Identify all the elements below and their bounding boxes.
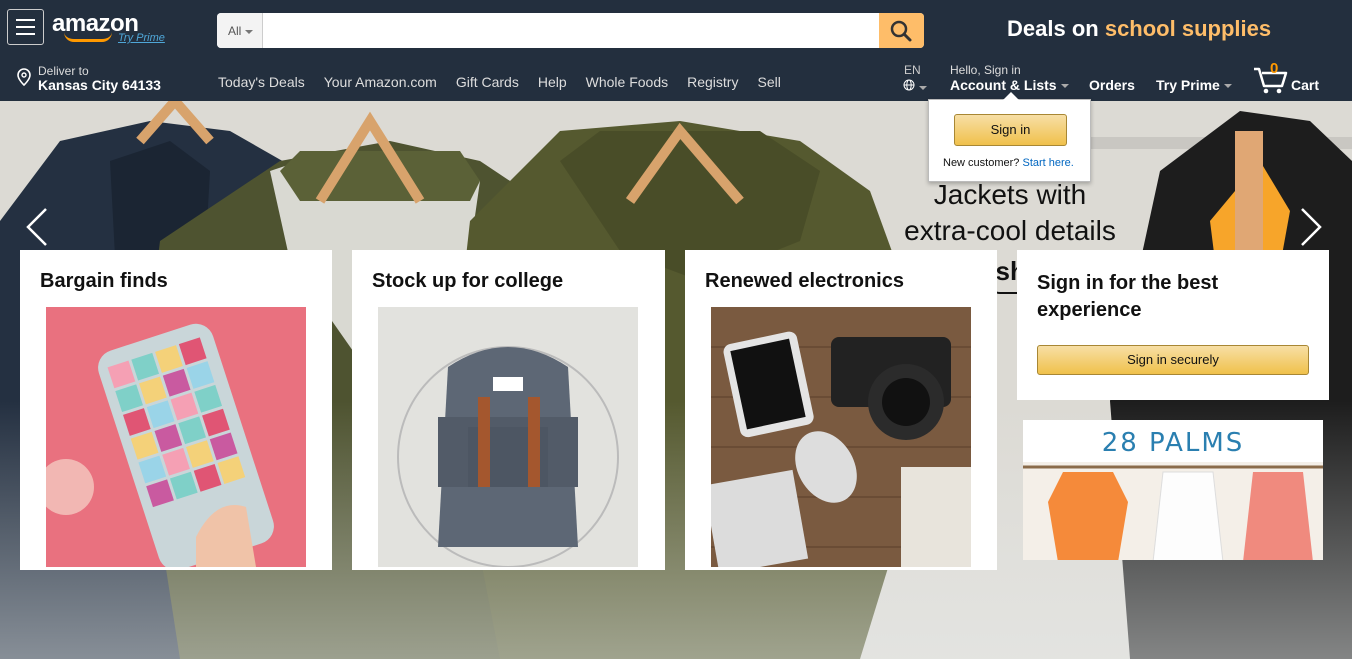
popover-sign-in-button[interactable]: Sign in — [954, 114, 1067, 146]
carousel-prev-icon[interactable] — [24, 207, 50, 247]
nav-link-registry[interactable]: Registry — [687, 74, 738, 90]
account-lists-menu[interactable]: Hello, Sign in Account & Lists — [950, 63, 1069, 93]
ad-brand: 28 PALMS — [1101, 428, 1245, 458]
sign-in-securely-button[interactable]: Sign in securely — [1037, 345, 1309, 375]
phone-case-image[interactable] — [46, 307, 306, 567]
promo-prefix: Deals on — [1007, 16, 1099, 41]
language-code: EN — [904, 63, 921, 77]
ad-28-palms[interactable]: 28 PALMS — [1023, 420, 1323, 560]
promo-banner[interactable]: Deals on school supplies — [1007, 16, 1271, 42]
card-stock-up-college[interactable]: Stock up for college — [352, 250, 665, 570]
card-renewed-electronics[interactable]: Renewed electronics — [685, 250, 997, 570]
hero-headline-1: Jackets with — [933, 179, 1087, 210]
nav-link-whole-foods[interactable]: Whole Foods — [586, 74, 668, 90]
nav-link-sell[interactable]: Sell — [757, 74, 780, 90]
ad-clothing-image — [1023, 462, 1323, 560]
carousel-next-icon[interactable] — [1298, 207, 1324, 247]
nav-links: Today's Deals Your Amazon.com Gift Cards… — [218, 74, 781, 90]
try-prime-menu[interactable]: Try Prime — [1156, 77, 1232, 93]
cart-label: Cart — [1291, 77, 1320, 93]
language-selector[interactable]: EN — [903, 63, 927, 94]
search-icon — [890, 20, 912, 42]
nav-link-your-amazon[interactable]: Your Amazon.com — [324, 74, 437, 90]
backpack-image[interactable] — [378, 307, 638, 567]
new-customer-label: New customer? — [943, 157, 1020, 169]
card-title: Stock up for college — [372, 270, 564, 292]
search-button[interactable] — [879, 13, 924, 48]
chevron-down-icon — [245, 29, 254, 34]
hamburger-menu-button[interactable] — [7, 9, 44, 45]
search-category-label: All — [228, 24, 242, 38]
account-lists-label: Account & Lists — [950, 77, 1057, 93]
hero-headline-2: extra-cool details — [904, 215, 1116, 246]
signin-card: Sign in for the best experience Sign in … — [1017, 250, 1329, 400]
promo-highlight: school supplies — [1104, 16, 1272, 41]
orders-link[interactable]: Orders — [1089, 77, 1135, 93]
chevron-down-icon — [1223, 84, 1232, 89]
chevron-down-icon — [1060, 84, 1069, 89]
amazon-smile-icon — [64, 32, 112, 42]
globe-icon — [903, 79, 915, 91]
logo-try-prime-link[interactable]: Try Prime — [118, 32, 165, 44]
card-title: Renewed electronics — [705, 270, 904, 292]
signin-popover: Sign in New customer? Start here. — [928, 92, 1091, 182]
deliver-location: Kansas City 64133 — [38, 77, 161, 93]
signin-card-title: Sign in for the best experience — [1037, 272, 1219, 321]
chevron-down-icon — [919, 85, 927, 90]
nav-link-help[interactable]: Help — [538, 74, 567, 90]
electronics-image[interactable] — [711, 307, 971, 567]
account-greeting: Hello, Sign in — [950, 63, 1021, 77]
deliver-label: Deliver to — [38, 64, 89, 78]
nav-link-gift-cards[interactable]: Gift Cards — [456, 74, 519, 90]
card-title: Bargain finds — [40, 270, 168, 292]
search-category-dropdown[interactable]: All — [217, 13, 263, 48]
start-here-link[interactable]: Start here. — [1022, 157, 1073, 169]
search-input[interactable] — [263, 13, 878, 48]
card-bargain-finds[interactable]: Bargain finds — [20, 250, 332, 570]
try-prime-label: Try Prime — [1156, 77, 1220, 93]
cart-button[interactable]: 0 Cart — [1252, 60, 1332, 96]
search-bar: All — [217, 13, 924, 48]
nav-link-todays-deals[interactable]: Today's Deals — [218, 74, 305, 90]
location-pin-icon — [17, 68, 31, 86]
top-nav-bar: amazon Try Prime All Deals on school sup… — [0, 0, 1352, 62]
cart-count: 0 — [1270, 60, 1279, 77]
